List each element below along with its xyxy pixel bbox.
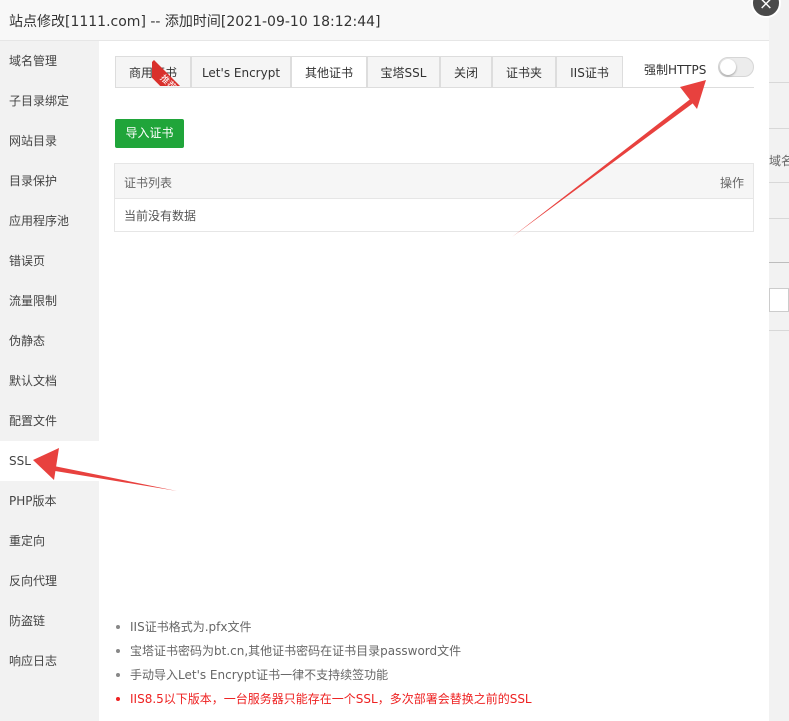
tip-item: 手动导入Let's Encrypt证书一律不支持续签功能: [115, 666, 532, 690]
import-cert-button[interactable]: 导入证书: [115, 119, 184, 148]
sidebar-item-rewrite[interactable]: 伪静态: [0, 321, 99, 361]
tip-item-warning: IIS8.5以下版本，一台服务器只能存在一个SSL，多次部署会替换之前的SSL: [115, 690, 532, 714]
tip-text: IIS8.5以下版本，一台服务器只能存在一个SSL，多次部署会替换之前的SSL: [130, 692, 532, 706]
cert-table: 证书列表 操作 当前没有数据: [114, 163, 754, 232]
sidebar-item-redirect[interactable]: 重定向: [0, 521, 99, 561]
sidebar-item-subdirectory[interactable]: 子目录绑定: [0, 81, 99, 121]
sidebar-item-traffic-limit[interactable]: 流量限制: [0, 281, 99, 321]
tip-text: 宝塔证书密码为bt.cn,其他证书密码在证书目录password文件: [130, 644, 462, 658]
background-divider: [769, 262, 789, 263]
tab-other-cert[interactable]: 其他证书: [291, 56, 367, 88]
bullet-icon: [116, 697, 120, 701]
sidebar-item-hotlink[interactable]: 防盗链: [0, 601, 99, 641]
sidebar-item-error-page[interactable]: 错误页: [0, 241, 99, 281]
background-page-strip: [769, 0, 789, 721]
tip-item: 宝塔证书密码为bt.cn,其他证书密码在证书目录password文件: [115, 642, 532, 666]
table-empty-message: 当前没有数据: [124, 209, 197, 223]
tip-item: IIS证书格式为.pfx文件: [115, 618, 532, 642]
background-divider: [769, 182, 789, 183]
sidebar-item-dir-protect[interactable]: 目录保护: [0, 161, 99, 201]
tip-text: IIS证书格式为.pfx文件: [130, 620, 252, 634]
site-settings-dialog: 站点修改[1111.com] -- 添加时间[2021-09-10 18:12:…: [0, 0, 769, 721]
force-https-label: 强制HTTPS: [644, 63, 707, 77]
tab-commercial-cert[interactable]: 商用证书: [115, 56, 191, 88]
force-https-toggle[interactable]: [718, 57, 754, 77]
background-divider: [769, 330, 789, 331]
column-header-cert-list: 证书列表: [124, 176, 173, 190]
background-column-header: 域名: [769, 154, 789, 168]
tab-iis-cert[interactable]: IIS证书: [556, 56, 623, 88]
bullet-icon: [116, 649, 120, 653]
tabs-underline: [115, 87, 754, 88]
tab-cert-folder[interactable]: 证书夹: [492, 56, 556, 88]
toggle-knob: [720, 59, 736, 75]
cert-table-header: 证书列表 操作: [115, 164, 753, 199]
bullet-icon: [116, 673, 120, 677]
sidebar-item-response-log[interactable]: 响应日志: [0, 641, 99, 681]
help-tips: IIS证书格式为.pfx文件 宝塔证书密码为bt.cn,其他证书密码在证书目录p…: [115, 618, 532, 714]
dialog-titlebar: 站点修改[1111.com] -- 添加时间[2021-09-10 18:12:…: [0, 0, 769, 41]
tab-close-ssl[interactable]: 关闭: [440, 56, 492, 88]
column-header-actions: 操作: [719, 176, 744, 190]
sidebar-item-php-version[interactable]: PHP版本: [0, 481, 99, 521]
background-divider: [769, 128, 789, 129]
sidebar-item-default-doc[interactable]: 默认文档: [0, 361, 99, 401]
tab-bt-ssl[interactable]: 宝塔SSL: [367, 56, 440, 88]
sidebar-item-ssl[interactable]: SSL: [0, 441, 99, 481]
background-divider: [769, 82, 789, 83]
sidebar-item-domain[interactable]: 域名管理: [0, 41, 99, 81]
sidebar-item-site-directory[interactable]: 网站目录: [0, 121, 99, 161]
dialog-title: 站点修改[1111.com] -- 添加时间[2021-09-10 18:12:…: [9, 14, 381, 30]
sidebar-item-config-file[interactable]: 配置文件: [0, 401, 99, 441]
sidebar-item-reverse-proxy[interactable]: 反向代理: [0, 561, 99, 601]
tip-text: 手动导入Let's Encrypt证书一律不支持续签功能: [130, 668, 389, 682]
background-select: [769, 288, 789, 312]
background-divider: [769, 218, 789, 219]
sidebar-item-app-pool[interactable]: 应用程序池: [0, 201, 99, 241]
settings-sidebar: 域名管理 子目录绑定 网站目录 目录保护 应用程序池 错误页 流量限制 伪静态 …: [0, 41, 99, 721]
tab-lets-encrypt[interactable]: Let's Encrypt: [191, 56, 291, 88]
bullet-icon: [116, 625, 120, 629]
